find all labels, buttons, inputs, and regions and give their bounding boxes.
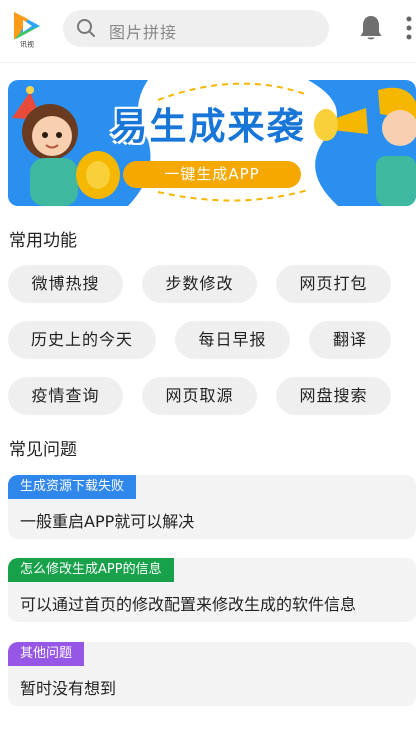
header-divider [0, 62, 416, 63]
feature-chip-weibo-hot[interactable]: 微博热搜 [8, 265, 123, 303]
app-logo-icon[interactable]: 讯视 [10, 8, 44, 48]
feature-chip-epidemic-query[interactable]: 疫情查询 [8, 377, 123, 415]
feature-chip-step-modify[interactable]: 步数修改 [142, 265, 257, 303]
search-input[interactable]: 图片拼接 [63, 10, 329, 47]
feature-chip-netdisk-search[interactable]: 网盘搜索 [276, 377, 391, 415]
top-bar: 讯视 图片拼接 [0, 0, 416, 58]
faq-card[interactable]: 生成资源下载失败 一般重启APP就可以解决 [8, 475, 416, 539]
faq-title: 常见问题 [9, 440, 77, 460]
feature-chip-webpage-source[interactable]: 网页取源 [142, 377, 257, 415]
faq-card[interactable]: 其他问题 暂时没有想到 [8, 642, 416, 706]
feature-chip-translate[interactable]: 翻译 [309, 321, 391, 359]
bell-icon[interactable] [359, 14, 383, 42]
search-placeholder: 图片拼接 [109, 23, 178, 42]
banner-title: 易生成来袭 [110, 105, 306, 148]
logo-text: 讯视 [20, 40, 34, 49]
faq-card[interactable]: 怎么修改生成APP的信息 可以通过首页的修改配置来修改生成的软件信息 [8, 558, 416, 622]
feature-chip-webpage-pack[interactable]: 网页打包 [276, 265, 391, 303]
faq-answer: 暂时没有想到 [20, 679, 117, 698]
faq-question-tag: 其他问题 [8, 642, 85, 666]
feature-chip-daily-news[interactable]: 每日早报 [175, 321, 290, 359]
feature-chip-history-today[interactable]: 历史上的今天 [8, 321, 156, 359]
banner-generate-app-button[interactable]: 一键生成APP [123, 161, 301, 188]
faq-question-tag: 生成资源下载失败 [8, 475, 137, 499]
faq-answer: 可以通过首页的修改配置来修改生成的软件信息 [20, 595, 357, 614]
search-icon [77, 19, 95, 37]
faq-answer: 一般重启APP就可以解决 [20, 512, 195, 531]
common-features-title: 常用功能 [9, 231, 77, 251]
more-options-icon[interactable] [402, 16, 416, 42]
faq-question-tag: 怎么修改生成APP的信息 [8, 558, 174, 582]
